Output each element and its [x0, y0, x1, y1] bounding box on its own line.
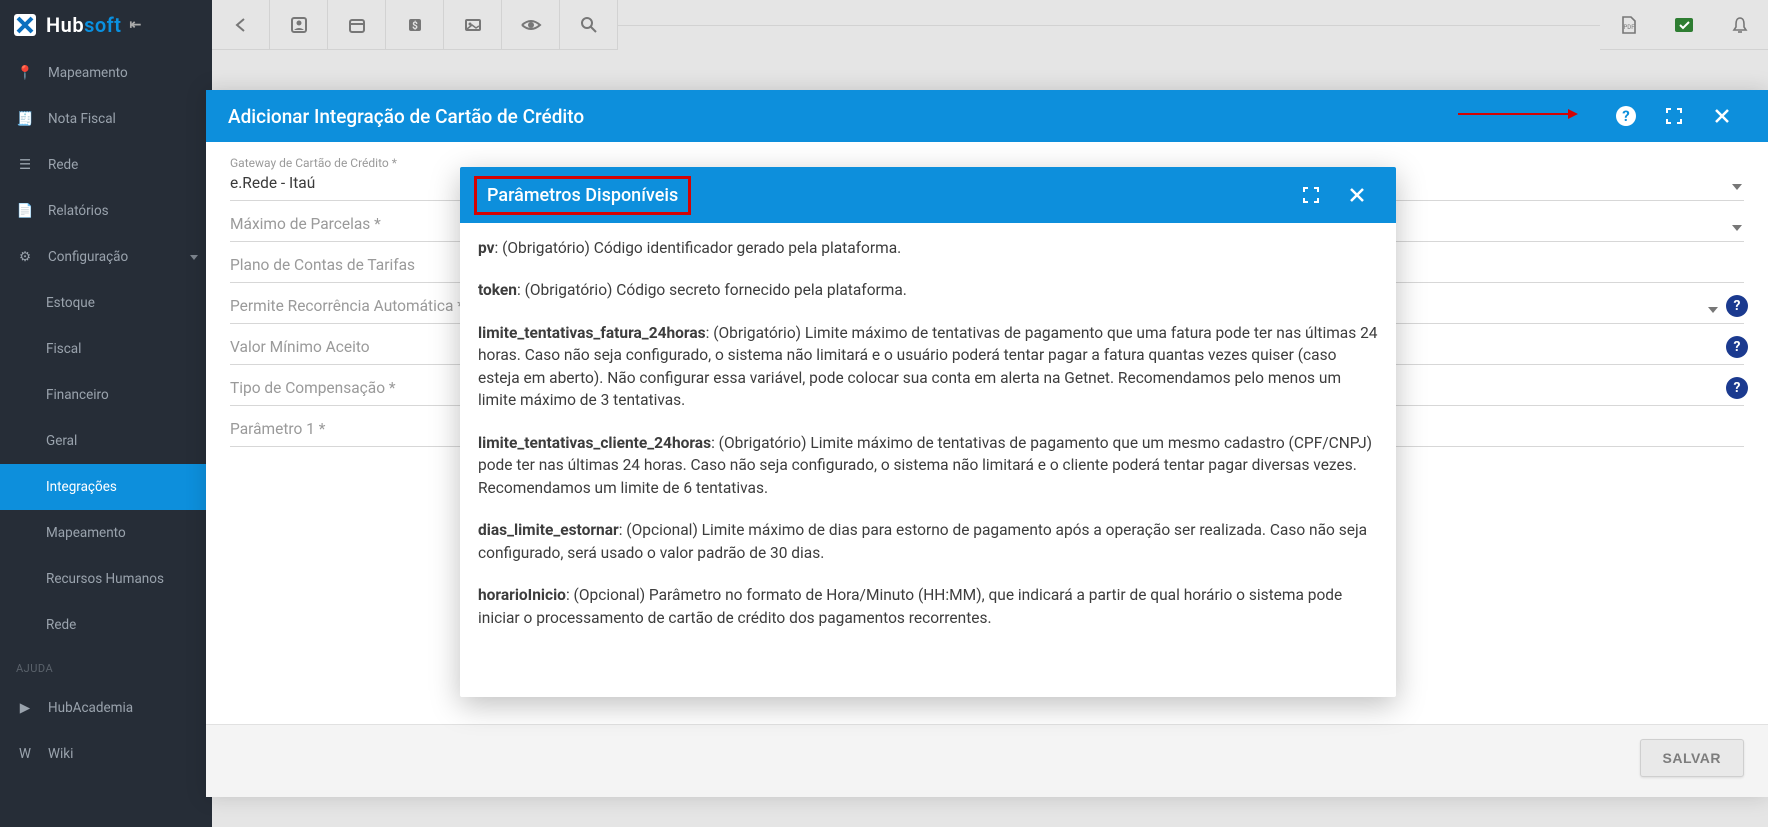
popup-parametros: Parâmetros Disponíveis pv: (Obrigatório)…: [460, 167, 1396, 697]
sidebar-item-configuracao[interactable]: ⚙Configuração: [0, 234, 212, 280]
sidebar-sub-mapeamento[interactable]: Mapeamento: [0, 510, 212, 556]
param-name: limite_tentativas_fatura_24horas: [478, 324, 706, 342]
param-description: token: (Obrigatório) Código secreto forn…: [478, 279, 1378, 301]
popup-header: Parâmetros Disponíveis: [460, 167, 1396, 223]
annotation-highlight-box: Parâmetros Disponíveis: [474, 176, 691, 215]
sidebar-item-label: Rede: [48, 157, 78, 173]
param-description: horarioInicio: (Opcional) Parâmetro no f…: [478, 584, 1378, 629]
popup-title: Parâmetros Disponíveis: [487, 185, 678, 206]
fullscreen-button[interactable]: [1650, 90, 1698, 142]
sidebar-collapse-icon[interactable]: ⇤: [130, 17, 142, 33]
sidebar-sub-label: Geral: [46, 433, 77, 449]
money-icon[interactable]: $: [386, 0, 444, 50]
param-name: limite_tentativas_cliente_24horas: [478, 434, 711, 452]
sidebar-sub-label: Estoque: [46, 295, 95, 311]
sidebar-item-label: Configuração: [48, 249, 128, 265]
close-button[interactable]: [1698, 90, 1746, 142]
brand-logo: Hubsoft ⇤: [0, 0, 212, 50]
sidebar-sub-estoque[interactable]: Estoque: [0, 280, 212, 326]
eye-icon[interactable]: [502, 0, 560, 50]
sidebar-item-wiki[interactable]: WWiki: [0, 731, 212, 777]
top-toolbar: $: [212, 0, 618, 50]
dialog-footer: SALVAR: [206, 724, 1768, 797]
brand-text-2: soft: [84, 13, 121, 37]
calendar-icon[interactable]: [328, 0, 386, 50]
back-button[interactable]: [212, 0, 270, 50]
param-description: pv: (Obrigatório) Código identificador g…: [478, 237, 1378, 259]
param-name: dias_limite_estornar: [478, 521, 619, 539]
person-icon[interactable]: [270, 0, 328, 50]
sidebar-sub-rede[interactable]: Rede: [0, 602, 212, 648]
field-help-icon[interactable]: ?: [1726, 295, 1748, 317]
topbar: Hubsoft ⇤ $ PDF: [0, 0, 1768, 50]
sidebar-sub-rh[interactable]: Recursos Humanos: [0, 556, 212, 602]
sidebar-item-mapeamento[interactable]: 📍Mapeamento: [0, 50, 212, 96]
pdf-icon[interactable]: PDF: [1600, 0, 1656, 50]
popup-fullscreen-button[interactable]: [1288, 167, 1334, 223]
sidebar-heading-ajuda: AJUDA: [0, 648, 212, 685]
save-button[interactable]: SALVAR: [1640, 739, 1744, 777]
param-name: pv: [478, 239, 494, 257]
chevron-down-icon: [1732, 184, 1742, 190]
sidebar: 📍Mapeamento 🧾Nota Fiscal ☰Rede 📄Relatóri…: [0, 50, 212, 827]
sidebar-item-rede[interactable]: ☰Rede: [0, 142, 212, 188]
field-help-icon[interactable]: ?: [1726, 336, 1748, 358]
sidebar-item-relatorios[interactable]: 📄Relatórios: [0, 188, 212, 234]
popup-close-button[interactable]: [1334, 167, 1380, 223]
sidebar-sub-label: Fiscal: [46, 341, 81, 357]
param-description: limite_tentativas_cliente_24horas: (Obri…: [478, 432, 1378, 499]
sidebar-sub-label: Recursos Humanos: [46, 571, 164, 587]
sidebar-item-hubacademia[interactable]: ▶HubAcademia: [0, 685, 212, 731]
sidebar-item-label: Relatórios: [48, 203, 109, 219]
popup-body[interactable]: pv: (Obrigatório) Código identificador g…: [460, 223, 1396, 697]
sidebar-sub-financeiro[interactable]: Financeiro: [0, 372, 212, 418]
sidebar-item-label: HubAcademia: [48, 700, 133, 716]
brand-text-1: Hub: [46, 13, 84, 37]
param-name: token: [478, 281, 517, 299]
chevron-down-icon: [1732, 225, 1742, 231]
sidebar-item-label: Mapeamento: [48, 65, 128, 81]
annotation-arrow: [1458, 113, 1568, 115]
sidebar-sub-geral[interactable]: Geral: [0, 418, 212, 464]
help-button[interactable]: ?: [1602, 90, 1650, 142]
sidebar-sub-fiscal[interactable]: Fiscal: [0, 326, 212, 372]
param-description: dias_limite_estornar: (Opcional) Limite …: [478, 519, 1378, 564]
image-icon[interactable]: [444, 0, 502, 50]
param-description: limite_tentativas_fatura_24horas: (Obrig…: [478, 322, 1378, 412]
dialog-title: Adicionar Integração de Cartão de Crédit…: [228, 105, 1602, 128]
search-icon[interactable]: [560, 0, 618, 50]
sidebar-sub-label: Integrações: [46, 479, 117, 495]
sidebar-item-label: Nota Fiscal: [48, 111, 116, 127]
dialog-header: Adicionar Integração de Cartão de Crédit…: [206, 90, 1768, 142]
sidebar-sub-label: Mapeamento: [46, 525, 126, 541]
svg-text:$: $: [412, 19, 418, 32]
sidebar-item-label: Wiki: [48, 746, 73, 762]
svg-text:?: ?: [1622, 107, 1629, 125]
bell-icon[interactable]: [1712, 0, 1768, 50]
chevron-down-icon: [1708, 307, 1718, 313]
param-name: horarioInicio: [478, 586, 566, 604]
sidebar-sub-integracoes[interactable]: Integrações: [0, 464, 212, 510]
field-help-icon[interactable]: ?: [1726, 377, 1748, 399]
sidebar-sub-label: Rede: [46, 617, 76, 633]
sidebar-item-notafiscal[interactable]: 🧾Nota Fiscal: [0, 96, 212, 142]
sidebar-sub-label: Financeiro: [46, 387, 109, 403]
status-ok-icon[interactable]: [1656, 0, 1712, 50]
svg-text:PDF: PDF: [1623, 24, 1635, 31]
